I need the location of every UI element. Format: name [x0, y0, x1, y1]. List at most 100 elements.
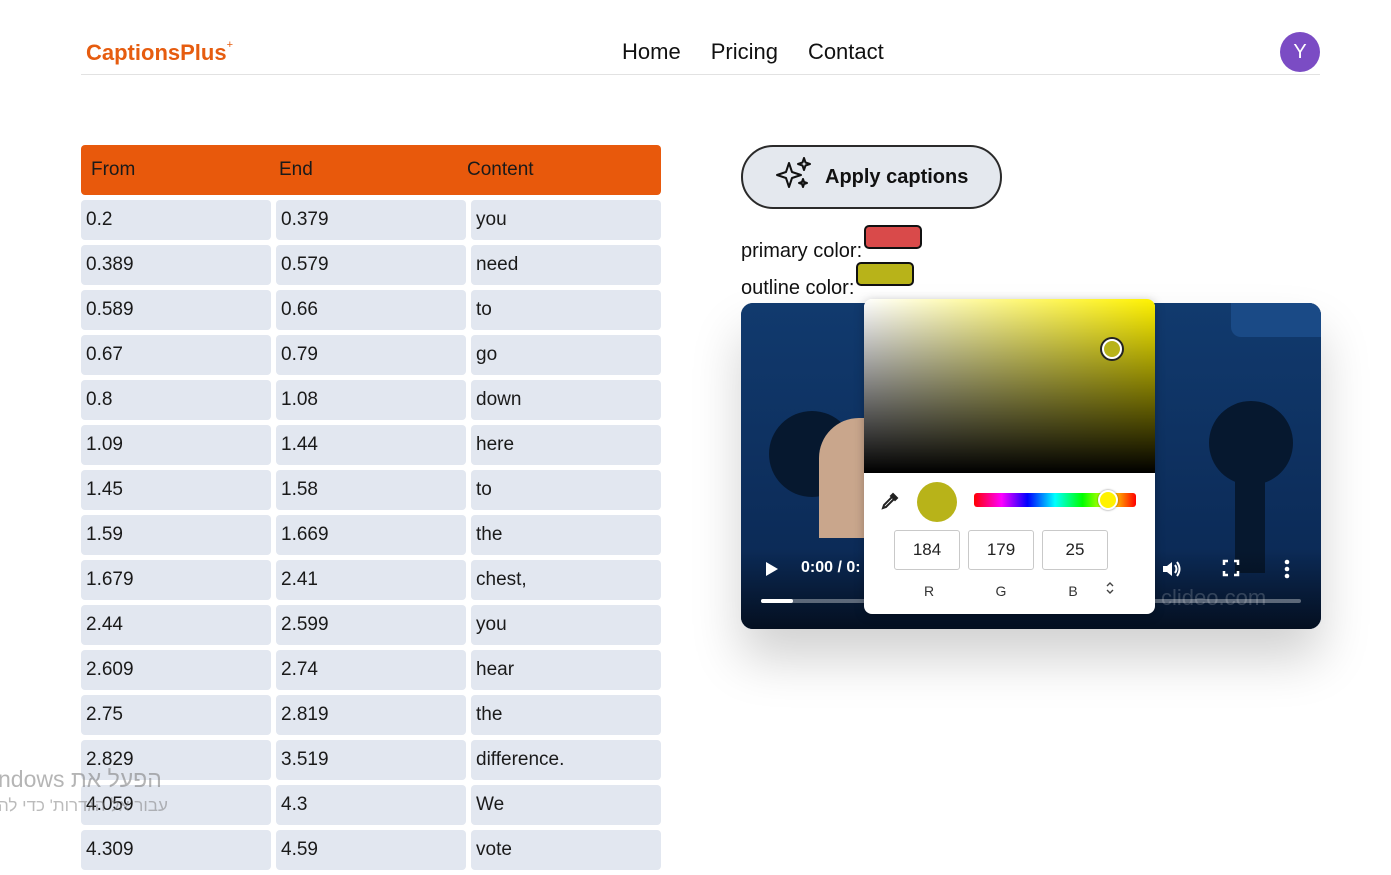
end-cell[interactable]: 1.669 — [276, 515, 466, 555]
red-input[interactable]: 184 — [894, 530, 960, 570]
video-frame-detail — [1231, 303, 1321, 337]
end-cell[interactable]: 1.58 — [276, 470, 466, 510]
green-label: G — [995, 583, 1007, 599]
from-cell[interactable]: 1.09 — [81, 425, 271, 465]
more-options-icon[interactable] — [1284, 559, 1290, 584]
content-cell[interactable]: to — [471, 290, 661, 330]
from-cell[interactable]: 2.75 — [81, 695, 271, 735]
content-cell[interactable]: need — [471, 245, 661, 285]
os-activation-watermark: ndows הפעל את — [0, 766, 162, 792]
content-cell[interactable]: go — [471, 335, 661, 375]
end-cell[interactable]: 0.379 — [276, 200, 466, 240]
end-cell[interactable]: 2.599 — [276, 605, 466, 645]
end-cell[interactable]: 0.79 — [276, 335, 466, 375]
end-cell[interactable]: 2.74 — [276, 650, 466, 690]
content-cell[interactable]: the — [471, 695, 661, 735]
from-cell[interactable]: 0.8 — [81, 380, 271, 420]
table-row: 4.059 4.3 We — [81, 785, 661, 825]
blue-label: B — [1068, 583, 1078, 599]
table-body: 0.2 0.379 you 0.389 0.579 need 0.589 0.66 to 0.67… — [81, 200, 661, 870]
end-cell[interactable]: 0.579 — [276, 245, 466, 285]
content-cell[interactable]: down — [471, 380, 661, 420]
end-cell[interactable]: 1.08 — [276, 380, 466, 420]
from-cell[interactable]: 2.609 — [81, 650, 271, 690]
hue-slider-handle[interactable] — [1098, 490, 1118, 510]
from-cell[interactable]: 1.45 — [81, 470, 271, 510]
saturation-handle[interactable] — [1102, 339, 1122, 359]
video-time: 0:00 / 0: — [801, 559, 861, 576]
content-cell[interactable]: hear — [471, 650, 661, 690]
table-row: 0.8 1.08 down — [81, 380, 661, 420]
end-cell[interactable]: 3.519 — [276, 740, 466, 780]
format-toggle-icon[interactable] — [1106, 582, 1114, 597]
apply-captions-label: Apply captions — [825, 165, 969, 188]
nav-home[interactable]: Home — [622, 39, 681, 65]
eyedropper-icon[interactable] — [880, 491, 900, 516]
user-avatar[interactable]: Y — [1280, 32, 1320, 72]
top-navbar: CaptionsPlus+ Home Pricing Contact Y — [81, 30, 1320, 75]
app-logo[interactable]: CaptionsPlus+ — [86, 39, 233, 66]
table-row: 1.679 2.41 chest, — [81, 560, 661, 600]
from-cell[interactable]: 4.309 — [81, 830, 271, 870]
content-cell[interactable]: to — [471, 470, 661, 510]
play-icon[interactable] — [765, 561, 779, 577]
table-row: 0.67 0.79 go — [81, 335, 661, 375]
main-nav: Home Pricing Contact — [622, 39, 884, 65]
table-row: 0.2 0.379 you — [81, 200, 661, 240]
table-row: 0.389 0.579 need — [81, 245, 661, 285]
outline-color-swatch[interactable] — [856, 262, 915, 286]
end-cell[interactable]: 4.59 — [276, 830, 466, 870]
content-cell[interactable]: you — [471, 605, 661, 645]
table-row: 2.609 2.74 hear — [81, 650, 661, 690]
column-header-end: End — [279, 159, 313, 180]
from-cell[interactable]: 1.679 — [81, 560, 271, 600]
blue-input[interactable]: 25 — [1042, 530, 1108, 570]
from-cell[interactable]: 1.59 — [81, 515, 271, 555]
end-cell[interactable]: 2.41 — [276, 560, 466, 600]
saturation-area[interactable] — [864, 299, 1155, 473]
table-row: 1.59 1.669 the — [81, 515, 661, 555]
video-watermark: clideo.com — [1161, 585, 1267, 610]
end-cell[interactable]: 2.819 — [276, 695, 466, 735]
fullscreen-icon[interactable] — [1222, 559, 1240, 582]
end-cell[interactable]: 0.66 — [276, 290, 466, 330]
content-cell[interactable]: here — [471, 425, 661, 465]
table-row: 2.75 2.819 the — [81, 695, 661, 735]
primary-color-swatch[interactable] — [864, 225, 923, 249]
os-activation-hint: עבור אל הגדרות' כדי לה — [0, 796, 168, 815]
column-header-from: From — [91, 159, 136, 180]
table-row: 4.309 4.59 vote — [81, 830, 661, 870]
outline-color-label: outline color: — [741, 277, 855, 299]
video-progress-fill — [761, 599, 794, 603]
content-cell[interactable]: the — [471, 515, 661, 555]
color-picker-popover: 184 179 25 R G B — [864, 299, 1155, 614]
table-row: 1.45 1.58 to — [81, 470, 661, 510]
volume-icon[interactable] — [1161, 559, 1183, 584]
end-cell[interactable]: 1.44 — [276, 425, 466, 465]
table-row: 2.44 2.599 you — [81, 605, 661, 645]
table-row: 1.09 1.44 here — [81, 425, 661, 465]
from-cell[interactable]: 0.2 — [81, 200, 271, 240]
from-cell[interactable]: 2.44 — [81, 605, 271, 645]
green-input[interactable]: 179 — [968, 530, 1034, 570]
apply-captions-button[interactable]: Apply captions — [741, 145, 1002, 209]
captions-table: From End Content 0.2 0.379 you 0.389 0.579 ne… — [81, 145, 661, 875]
content-cell[interactable]: you — [471, 200, 661, 240]
content-cell[interactable]: vote — [471, 830, 661, 870]
end-cell[interactable]: 4.3 — [276, 785, 466, 825]
primary-color-row: primary color: — [741, 225, 923, 263]
content-cell[interactable]: difference. — [471, 740, 661, 780]
from-cell[interactable]: 0.589 — [81, 290, 271, 330]
sparkles-icon — [775, 155, 813, 199]
nav-contact[interactable]: Contact — [808, 39, 884, 65]
nav-pricing[interactable]: Pricing — [711, 39, 778, 65]
from-cell[interactable]: 0.389 — [81, 245, 271, 285]
table-header: From End Content — [81, 145, 661, 195]
content-cell[interactable]: We — [471, 785, 661, 825]
color-preview — [917, 482, 957, 522]
content-cell[interactable]: chest, — [471, 560, 661, 600]
table-row: 0.589 0.66 to — [81, 290, 661, 330]
table-row: 2.829 3.519 difference. — [81, 740, 661, 780]
from-cell[interactable]: 0.67 — [81, 335, 271, 375]
primary-color-label: primary color: — [741, 240, 863, 262]
